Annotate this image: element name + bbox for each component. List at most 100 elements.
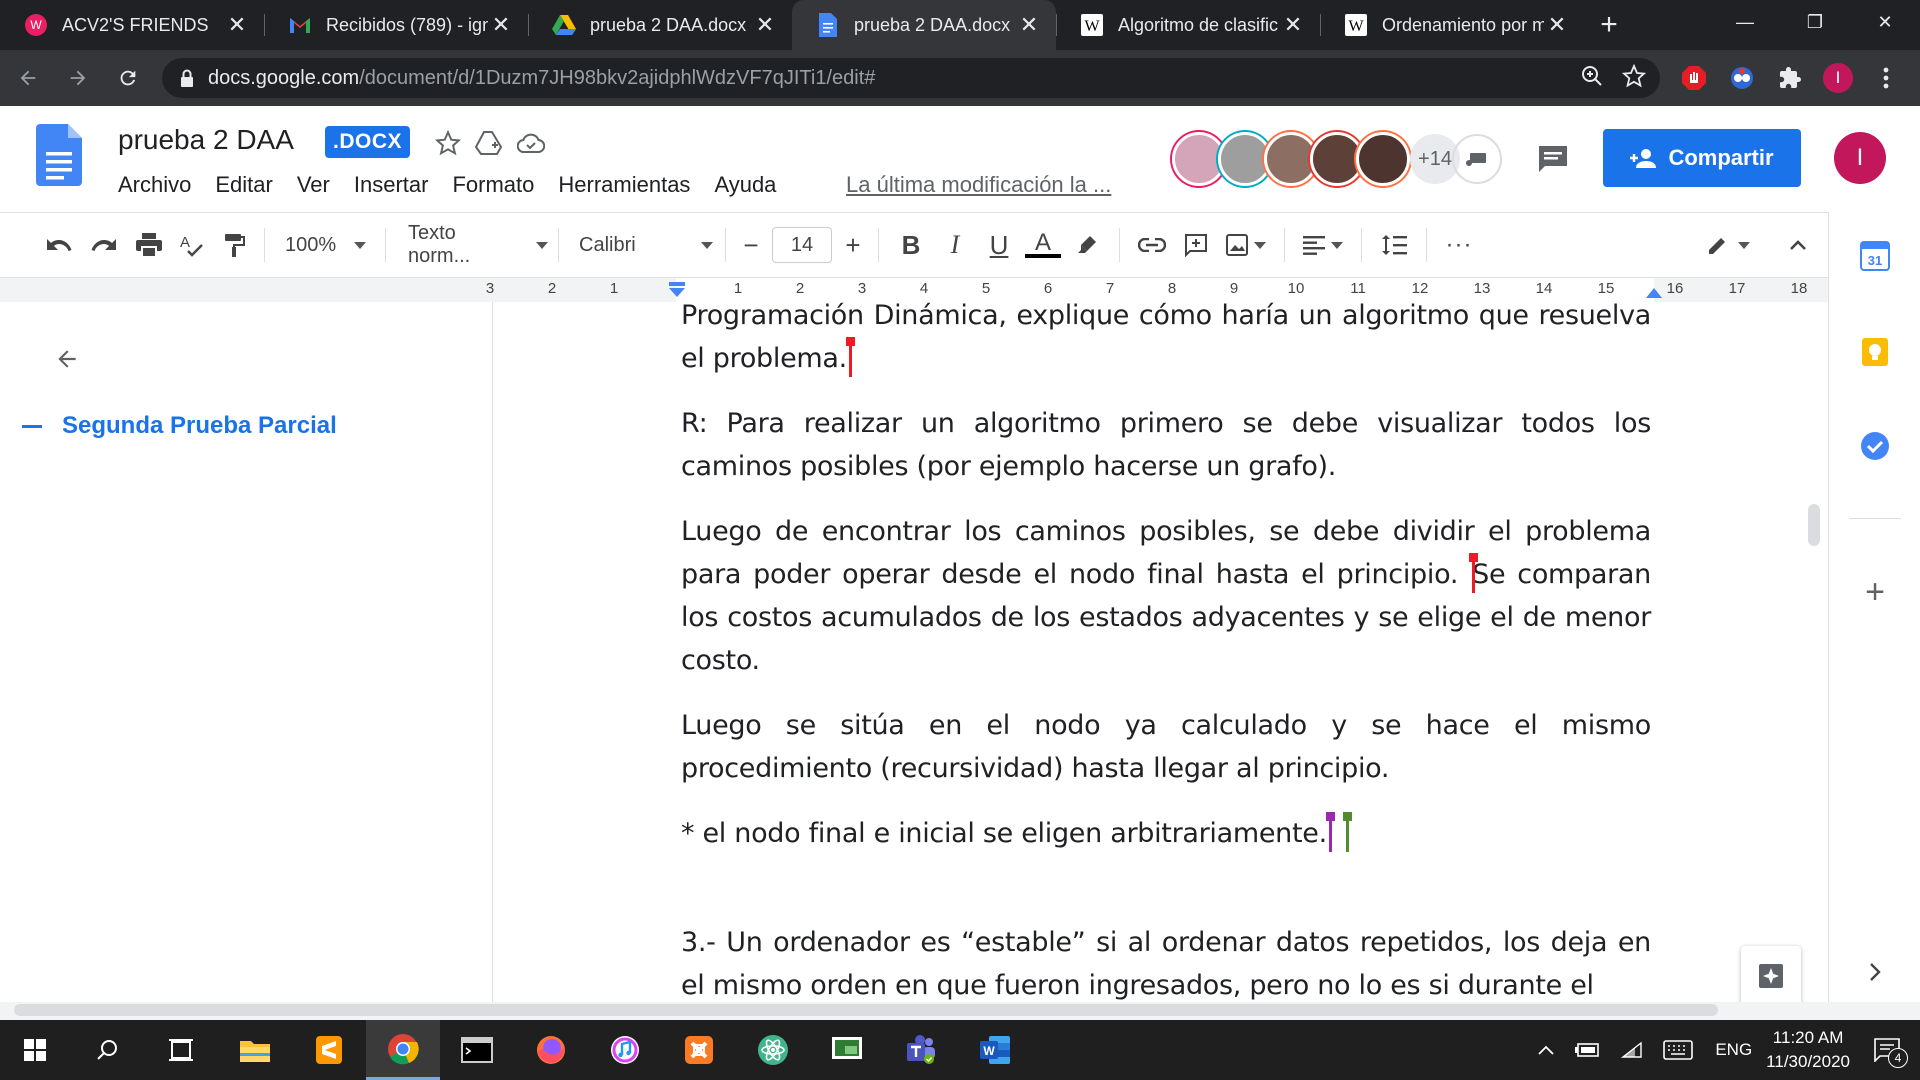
menu-formato[interactable]: Formato — [452, 172, 534, 198]
browser-tab[interactable]: W ACV2'S FRIENDS ✕ — [0, 0, 264, 50]
paragraph[interactable]: R: Para realizar un algoritmo primero se… — [681, 402, 1651, 488]
new-tab-button[interactable]: + — [1584, 0, 1634, 50]
task-view-icon[interactable] — [144, 1020, 218, 1080]
insert-image-icon[interactable] — [1218, 225, 1274, 265]
add-comment-icon[interactable] — [1174, 225, 1218, 265]
increase-font-size-button[interactable]: + — [838, 225, 868, 265]
share-button[interactable]: Compartir — [1603, 129, 1801, 187]
input-language[interactable]: ENG — [1715, 1040, 1752, 1060]
paragraph[interactable]: * el nodo final e inicial se eligen arbi… — [681, 811, 1651, 855]
add-addon-icon[interactable]: + — [1857, 573, 1893, 611]
present-icon[interactable] — [1452, 134, 1502, 184]
font-family-dropdown[interactable]: Calibri — [579, 234, 715, 257]
paragraph[interactable]: Programación Dinámica, explique cómo har… — [681, 302, 1651, 380]
restore-icon[interactable]: ❐ — [1780, 0, 1850, 44]
zoom-icon[interactable] — [1580, 64, 1604, 88]
right-indent-marker-icon[interactable] — [1645, 284, 1663, 298]
chrome-icon[interactable] — [366, 1020, 440, 1080]
firefox-icon[interactable] — [514, 1020, 588, 1080]
xampp-icon[interactable] — [662, 1020, 736, 1080]
undo-icon[interactable] — [40, 225, 80, 265]
reload-icon[interactable] — [106, 56, 150, 100]
keep-icon[interactable] — [1857, 334, 1893, 370]
close-tab-icon[interactable]: ✕ — [1280, 12, 1306, 38]
file-explorer-icon[interactable] — [218, 1020, 292, 1080]
menu-archivo[interactable]: Archivo — [118, 172, 191, 198]
browser-tab-active[interactable]: prueba 2 DAA.docx - ✕ — [792, 0, 1056, 50]
docs-home-logo-icon[interactable] — [36, 124, 82, 186]
atom-icon[interactable] — [736, 1020, 810, 1080]
move-to-drive-icon[interactable] — [475, 130, 503, 156]
comments-icon[interactable] — [1528, 134, 1578, 184]
notifications-icon[interactable]: 4 — [1874, 1038, 1908, 1068]
vertical-scrollbar[interactable] — [1808, 504, 1820, 546]
collapse-chevron-icon[interactable] — [1782, 225, 1814, 265]
left-indent-marker-icon[interactable] — [668, 282, 686, 298]
menu-herramientas[interactable]: Herramientas — [558, 172, 690, 198]
collaborator-avatar[interactable] — [1356, 132, 1410, 186]
close-tab-icon[interactable]: ✕ — [1016, 12, 1042, 38]
browser-profile-avatar[interactable]: I — [1818, 58, 1858, 98]
adblock-extension-icon[interactable] — [1674, 58, 1714, 98]
calendar-icon[interactable]: 31 — [1857, 238, 1893, 274]
battery-icon[interactable] — [1575, 1041, 1601, 1059]
bold-icon[interactable]: B — [889, 225, 933, 265]
document-title[interactable]: prueba 2 DAA — [118, 124, 294, 156]
spellcheck-icon[interactable]: A — [172, 225, 214, 265]
cloud-saved-icon[interactable] — [517, 130, 545, 156]
keyboard-icon[interactable] — [1663, 1040, 1694, 1060]
menu-insertar[interactable]: Insertar — [354, 172, 429, 198]
close-tab-icon[interactable]: ✕ — [488, 12, 514, 38]
teams-icon[interactable] — [884, 1020, 958, 1080]
tray-overflow-chevron-icon[interactable] — [1537, 1044, 1555, 1056]
account-avatar[interactable]: I — [1834, 132, 1886, 184]
back-arrow-icon[interactable] — [6, 56, 50, 100]
paragraph[interactable]: Luego se sitúa en el nodo ya calculado y… — [681, 704, 1651, 790]
sublime-text-icon[interactable] — [292, 1020, 366, 1080]
explore-button[interactable] — [1741, 946, 1801, 1006]
menu-ayuda[interactable]: Ayuda — [714, 172, 776, 198]
close-tab-icon[interactable]: ✕ — [1544, 12, 1570, 38]
horizontal-ruler[interactable]: 3 2 1 1 2 3 4 5 6 7 8 9 10 11 12 13 14 1… — [0, 278, 1828, 302]
document-body[interactable]: Programación Dinámica, explique cómo har… — [681, 302, 1651, 1002]
paint-format-icon[interactable] — [214, 225, 254, 265]
browser-tab[interactable]: W Algoritmo de clasific ✕ — [1056, 0, 1320, 50]
search-icon[interactable] — [70, 1020, 144, 1080]
puzzle-extensions-icon[interactable] — [1770, 58, 1810, 98]
close-tab-icon[interactable]: ✕ — [224, 12, 250, 38]
browser-tab[interactable]: Recibidos (789) - ign ✕ — [264, 0, 528, 50]
highlight-color-icon[interactable] — [1065, 225, 1109, 265]
forward-arrow-icon[interactable] — [56, 56, 100, 100]
bookmark-star-icon[interactable] — [1622, 64, 1646, 88]
italic-icon[interactable]: I — [933, 225, 977, 265]
align-dropdown-icon[interactable] — [1295, 225, 1351, 265]
insert-link-icon[interactable] — [1130, 225, 1174, 265]
windows-start-icon[interactable] — [0, 1020, 70, 1080]
more-options-icon[interactable]: ··· — [1437, 225, 1481, 265]
star-icon[interactable] — [435, 130, 461, 156]
last-modified-link[interactable]: La última modificación la ... — [846, 172, 1111, 198]
close-window-icon[interactable]: ✕ — [1850, 0, 1920, 44]
wifi-icon[interactable] — [1621, 1041, 1643, 1059]
close-outline-arrow-icon[interactable] — [52, 346, 82, 372]
paragraph[interactable]: Luego de encontrar los caminos posibles,… — [681, 510, 1651, 682]
clock[interactable]: 11:20 AM 11/30/2020 — [1766, 1026, 1850, 1074]
editing-mode-icon[interactable] — [1700, 225, 1756, 265]
menu-ver[interactable]: Ver — [297, 172, 330, 198]
paragraph[interactable]: 3.- Un ordenador es “estable” si al orde… — [681, 921, 1651, 1002]
browser-menu-icon[interactable] — [1866, 58, 1906, 98]
outline-heading-item[interactable]: Segunda Prueba Parcial — [22, 412, 337, 440]
text-color-icon[interactable]: A — [1021, 225, 1065, 265]
minimize-icon[interactable]: — — [1710, 0, 1780, 44]
redo-icon[interactable] — [80, 225, 126, 265]
close-tab-icon[interactable]: ✕ — [752, 12, 778, 38]
browser-tab[interactable]: prueba 2 DAA.docx - ✕ — [528, 0, 792, 50]
print-icon[interactable] — [126, 225, 172, 265]
extension-icon[interactable] — [1722, 58, 1762, 98]
document-page[interactable]: Programación Dinámica, explique cómo har… — [492, 302, 1800, 1002]
zoom-dropdown[interactable]: 100% — [285, 234, 375, 257]
word-icon[interactable]: W — [958, 1020, 1032, 1080]
line-spacing-icon[interactable] — [1372, 225, 1416, 265]
decrease-font-size-button[interactable]: − — [736, 225, 766, 265]
expand-panel-chevron-icon[interactable] — [1857, 954, 1893, 990]
